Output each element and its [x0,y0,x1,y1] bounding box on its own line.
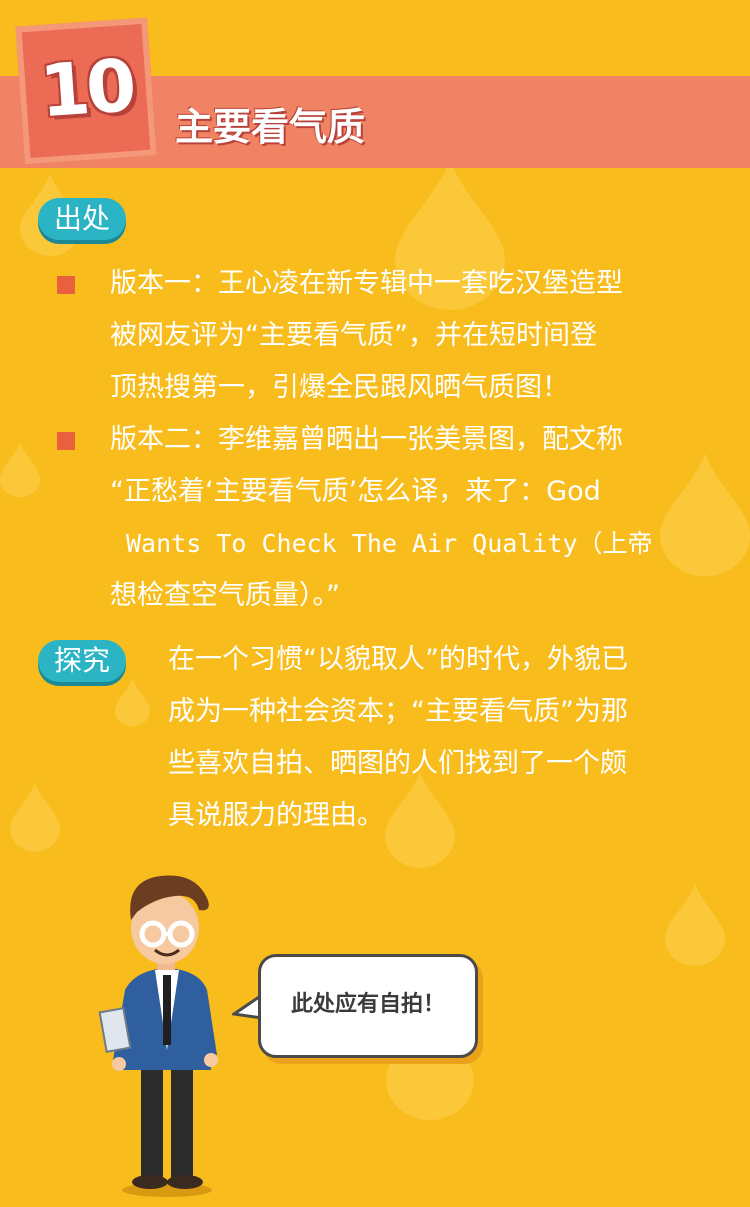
water-drop-icon [660,453,750,577]
version-two-line: 想检查空气质量）。” [110,580,340,611]
version-one-line: 被网友评为“主要看气质”，并在短时间登 [110,320,597,351]
speech-bubble-text: 此处应有自拍！ [290,992,445,1017]
water-drop-icon [10,783,60,852]
bullet-icon [57,276,75,294]
explore-line: 在一个习惯“以貌取人”的时代，外貌已 [168,644,628,675]
version-one-line: 顶热搜第一，引爆全民跟风晒气质图！ [110,372,569,403]
version-two-line: Wants To Check The Air Quality（上帝 [126,529,653,558]
explore-line: 些喜欢自拍、晒图的人们找到了一个颇 [168,748,627,779]
water-drop-icon [665,884,725,966]
explore-line: 成为一种社会资本；“主要看气质”为那 [168,696,628,727]
water-drop-icon [115,678,150,727]
section-number: 10 [37,43,136,134]
version-two-line: 版本二：李维嘉曾晒出一张美景图，配文称 [110,424,623,455]
cartoon-man-illustration [98,875,218,1197]
water-drop-icon [0,442,40,498]
page-title: 主要看气质 [175,105,366,149]
explore-line: 具说服力的理由。 [168,800,384,831]
version-one-line: 版本一：王心凌在新专辑中一套吃汉堡造型 [110,268,623,299]
version-two-line: “正愁着‘主要看气质’怎么译，来了：God [110,476,601,507]
explore-label: 探究 [38,640,127,682]
bullet-icon [57,432,75,450]
source-label: 出处 [38,198,127,240]
